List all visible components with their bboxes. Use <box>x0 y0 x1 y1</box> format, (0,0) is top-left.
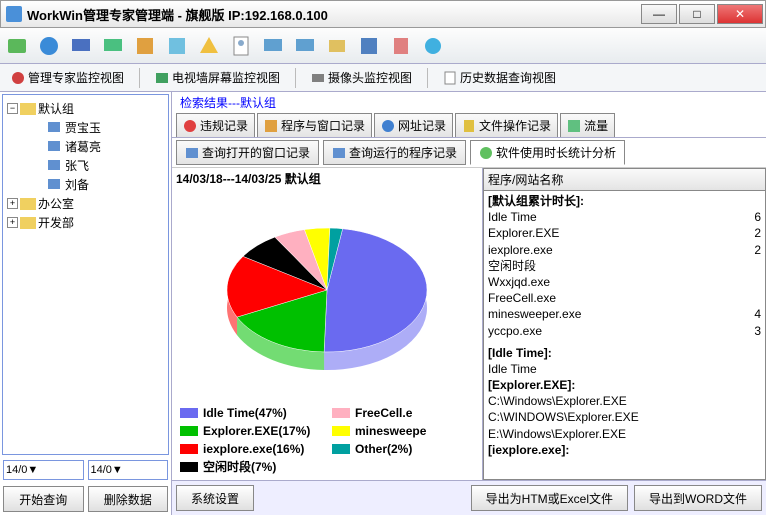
tree-user[interactable]: 刘备 <box>7 175 164 194</box>
list-item[interactable]: iexplore.exe2 <box>488 242 761 258</box>
list-item[interactable]: Idle Time6 <box>488 209 761 225</box>
tree-group-office[interactable]: +办公室 <box>7 194 164 213</box>
subtab-window-records[interactable]: 查询打开的窗口记录 <box>176 140 319 165</box>
toolbar-icon-14[interactable] <box>420 33 446 59</box>
search-result-label: 检索结果---默认组 <box>172 92 766 113</box>
main-toolbar <box>0 28 766 64</box>
program-list[interactable]: [默认组累计时长]: Idle Time6 Explorer.EXE2 iexp… <box>483 191 766 480</box>
toolbar-icon-13[interactable] <box>388 33 414 59</box>
legend-item: Explorer.EXE(17%) <box>180 422 322 440</box>
toolbar-icon-7[interactable] <box>196 33 222 59</box>
toolbar-icon-10[interactable] <box>292 33 318 59</box>
tab-program-window[interactable]: 程序与窗口记录 <box>257 113 372 137</box>
toolbar-icon-3[interactable] <box>68 33 94 59</box>
legend-item: Idle Time(47%) <box>180 404 322 422</box>
tree-group-default[interactable]: −默认组 <box>7 99 164 118</box>
list-item[interactable]: Idle Time <box>488 361 761 377</box>
list-item[interactable]: yccpo.exe3 <box>488 323 761 339</box>
list-group: [Idle Time]: <box>488 345 761 361</box>
list-item[interactable]: minesweeper.exe4 <box>488 306 761 322</box>
export-htm-excel-button[interactable]: 导出为HTM或Excel文件 <box>471 485 628 511</box>
close-button[interactable]: ✕ <box>717 4 763 24</box>
view-tab-label: 管理专家监控视图 <box>28 69 124 86</box>
view-tab-wall[interactable]: 电视墙屏幕监控视图 <box>148 66 287 89</box>
tab-violation[interactable]: 违规记录 <box>176 113 255 137</box>
legend-item: Other(2%) <box>332 440 474 458</box>
separator <box>295 68 296 88</box>
view-tab-history[interactable]: 历史数据查询视图 <box>436 66 563 89</box>
view-tab-camera[interactable]: 摄像头监控视图 <box>304 66 419 89</box>
list-item[interactable]: C:\WINDOWS\Explorer.EXE <box>488 409 761 425</box>
delete-data-button[interactable]: 删除数据 <box>88 486 169 512</box>
separator <box>427 68 428 88</box>
window-title: WorkWin管理专家管理端 - 旗舰版 IP:192.168.0.100 <box>27 5 641 24</box>
subtab-usage-stats[interactable]: 软件使用时长统计分析 <box>470 140 625 165</box>
legend-item: iexplore.exe(16%) <box>180 440 322 458</box>
tab-url[interactable]: 网址记录 <box>374 113 453 137</box>
list-header: 程序/网站名称 <box>483 168 766 191</box>
legend-item: FreeCell.e <box>332 404 474 422</box>
list-item[interactable]: FreeCell.exe <box>488 290 761 306</box>
view-tab-label: 电视墙屏幕监控视图 <box>172 69 280 86</box>
tree-user[interactable]: 张飞 <box>7 156 164 175</box>
date-from-input[interactable]: 14/0▼ <box>3 460 84 480</box>
tree-group-dev[interactable]: +开发部 <box>7 213 164 232</box>
toolbar-icon-8[interactable] <box>228 33 254 59</box>
tab-traffic[interactable]: 流量 <box>560 113 615 137</box>
list-item[interactable]: E:\Windows\Explorer.EXE <box>488 426 761 442</box>
toolbar-icon-11[interactable] <box>324 33 350 59</box>
date-to-input[interactable]: 14/0▼ <box>88 460 169 480</box>
legend-item: 空闲时段(7%) <box>180 458 322 476</box>
toolbar-icon-4[interactable] <box>100 33 126 59</box>
view-tab-label: 摄像头监控视图 <box>328 69 412 86</box>
list-group: [Explorer.EXE]: <box>488 377 761 393</box>
toolbar-icon-6[interactable] <box>164 33 190 59</box>
list-item[interactable]: 空闲时段 <box>488 258 761 274</box>
legend-item: minesweepe <box>332 422 474 440</box>
tree-user[interactable]: 诸葛亮 <box>7 137 164 156</box>
list-item[interactable]: Wxxjqd.exe <box>488 274 761 290</box>
toolbar-icon-5[interactable] <box>132 33 158 59</box>
pie-chart <box>172 189 482 400</box>
toolbar-icon-12[interactable] <box>356 33 382 59</box>
chart-legend: Idle Time(47%) FreeCell.e Explorer.EXE(17%… <box>172 400 482 480</box>
chart-header: 14/03/18---14/03/25 默认组 <box>172 168 482 189</box>
export-word-button[interactable]: 导出到WORD文件 <box>634 485 762 511</box>
list-item[interactable]: Explorer.EXE2 <box>488 225 761 241</box>
tab-file-ops[interactable]: 文件操作记录 <box>455 113 558 137</box>
subtab-program-records[interactable]: 查询运行的程序记录 <box>323 140 466 165</box>
list-item[interactable]: C:\Windows\Explorer.EXE <box>488 393 761 409</box>
toolbar-icon-1[interactable] <box>4 33 30 59</box>
toolbar-icon-9[interactable] <box>260 33 286 59</box>
view-tab-label: 历史数据查询视图 <box>460 69 556 86</box>
list-group: [默认组累计时长]: <box>488 193 761 209</box>
system-settings-button[interactable]: 系统设置 <box>176 485 254 511</box>
start-query-button[interactable]: 开始查询 <box>3 486 84 512</box>
view-tab-monitor[interactable]: 管理专家监控视图 <box>4 66 131 89</box>
tree-user[interactable]: 贾宝玉 <box>7 118 164 137</box>
maximize-button[interactable]: □ <box>679 4 715 24</box>
group-tree[interactable]: −默认组 贾宝玉 诸葛亮 张飞 刘备 +办公室 +开发部 <box>2 94 169 455</box>
minimize-button[interactable]: — <box>641 4 677 24</box>
list-group: [iexplore.exe]: <box>488 442 761 458</box>
app-icon <box>6 6 22 22</box>
toolbar-icon-2[interactable] <box>36 33 62 59</box>
separator <box>139 68 140 88</box>
